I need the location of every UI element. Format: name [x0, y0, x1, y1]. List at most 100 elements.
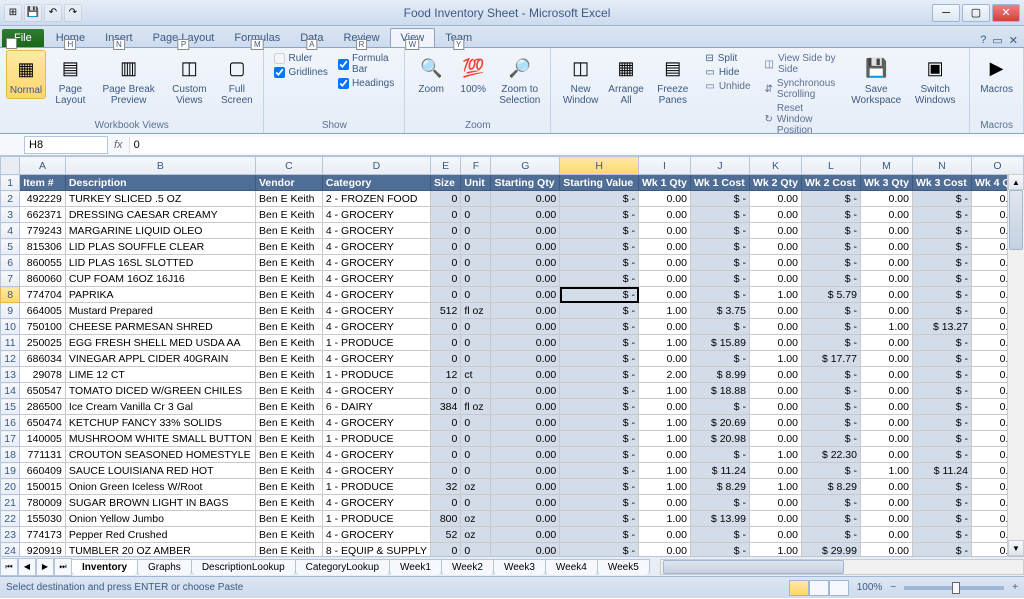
cell[interactable]: Ben E Keith: [256, 495, 323, 511]
tab-insert[interactable]: InsertN: [95, 29, 143, 47]
select-all-corner[interactable]: [1, 157, 20, 175]
cell[interactable]: $ -: [690, 447, 749, 463]
cell[interactable]: Ben E Keith: [256, 479, 323, 495]
header-cell[interactable]: Item #: [20, 175, 66, 191]
cell[interactable]: 860060: [20, 271, 66, 287]
row-header-9[interactable]: 9: [1, 303, 20, 319]
cell[interactable]: $ 11.24: [690, 463, 749, 479]
gridlines-checkbox[interactable]: Gridlines: [274, 66, 327, 79]
cell[interactable]: 8 - EQUIP & SUPPLY: [322, 543, 430, 557]
cell[interactable]: $ -: [560, 399, 639, 415]
cell[interactable]: $ -: [801, 527, 860, 543]
tab-data[interactable]: DataA: [290, 29, 333, 47]
cell[interactable]: 4 - GROCERY: [322, 239, 430, 255]
cell[interactable]: 0.00: [750, 431, 802, 447]
cell[interactable]: $ -: [801, 319, 860, 335]
cell[interactable]: $ -: [912, 351, 971, 367]
cell[interactable]: 4 - GROCERY: [322, 287, 430, 303]
cell[interactable]: 0: [461, 415, 491, 431]
cell[interactable]: $ -: [801, 415, 860, 431]
cell[interactable]: $ -: [560, 287, 639, 303]
cell[interactable]: 0: [461, 335, 491, 351]
cell[interactable]: 750100: [20, 319, 66, 335]
cell[interactable]: 0.00: [750, 367, 802, 383]
sheet-tab-week2[interactable]: Week2: [441, 559, 494, 575]
row-header-12[interactable]: 12: [1, 351, 20, 367]
page-layout-view-icon[interactable]: [809, 580, 829, 596]
help-icon[interactable]: ?: [980, 34, 986, 47]
cell[interactable]: 0.00: [491, 511, 560, 527]
cell[interactable]: $ -: [560, 527, 639, 543]
cell[interactable]: 0.00: [639, 239, 691, 255]
cell[interactable]: $ -: [560, 431, 639, 447]
row-header-21[interactable]: 21: [1, 495, 20, 511]
new-window-button[interactable]: ◫New Window: [557, 50, 604, 108]
cell[interactable]: $ 8.29: [801, 479, 860, 495]
cell[interactable]: $ -: [912, 527, 971, 543]
cell[interactable]: $ -: [912, 303, 971, 319]
switch-windows-button[interactable]: ▣Switch Windows: [907, 50, 963, 108]
cell[interactable]: 0.00: [491, 367, 560, 383]
cell[interactable]: $ -: [560, 543, 639, 557]
cell[interactable]: 0: [431, 255, 461, 271]
cell[interactable]: $ -: [560, 207, 639, 223]
cell[interactable]: $ -: [801, 495, 860, 511]
scroll-down-icon[interactable]: ▼: [1008, 540, 1024, 556]
cell[interactable]: 0: [461, 351, 491, 367]
cell[interactable]: Ben E Keith: [256, 463, 323, 479]
header-cell[interactable]: Wk 3 Qty: [861, 175, 913, 191]
cell[interactable]: $ -: [912, 399, 971, 415]
cell[interactable]: 0.00: [750, 271, 802, 287]
cell[interactable]: $ -: [690, 543, 749, 557]
cell[interactable]: 0.00: [491, 447, 560, 463]
cell[interactable]: 4 - GROCERY: [322, 207, 430, 223]
cell[interactable]: 0.00: [750, 527, 802, 543]
cell[interactable]: $ -: [912, 223, 971, 239]
row-header-11[interactable]: 11: [1, 335, 20, 351]
row-header-7[interactable]: 7: [1, 271, 20, 287]
row-header-14[interactable]: 14: [1, 383, 20, 399]
cell[interactable]: $ -: [560, 271, 639, 287]
cell[interactable]: 0.00: [861, 367, 913, 383]
cell[interactable]: 0.00: [861, 479, 913, 495]
cell[interactable]: 1.00: [639, 511, 691, 527]
cell[interactable]: 384: [431, 399, 461, 415]
cell[interactable]: $ -: [560, 223, 639, 239]
cell[interactable]: $ 29.99: [801, 543, 860, 557]
cell[interactable]: $ -: [560, 447, 639, 463]
cell[interactable]: 0.00: [861, 303, 913, 319]
cell[interactable]: $ -: [912, 543, 971, 557]
cell[interactable]: $ -: [912, 255, 971, 271]
cell[interactable]: 0.00: [639, 255, 691, 271]
cell[interactable]: 0.00: [750, 191, 802, 207]
cell[interactable]: 4 - GROCERY: [322, 463, 430, 479]
cell[interactable]: $ -: [690, 495, 749, 511]
cell[interactable]: LIME 12 CT: [65, 367, 255, 383]
cell[interactable]: $ -: [560, 367, 639, 383]
cell[interactable]: 650474: [20, 415, 66, 431]
cell[interactable]: 0.00: [639, 399, 691, 415]
cell[interactable]: 52: [431, 527, 461, 543]
redo-icon[interactable]: ↷: [64, 4, 82, 22]
cell[interactable]: 0: [461, 287, 491, 303]
cell[interactable]: 662371: [20, 207, 66, 223]
cell[interactable]: 155030: [20, 511, 66, 527]
row-header-5[interactable]: 5: [1, 239, 20, 255]
cell[interactable]: 0.00: [750, 239, 802, 255]
cell[interactable]: 650547: [20, 383, 66, 399]
cell[interactable]: 1.00: [861, 463, 913, 479]
cell[interactable]: 0.00: [750, 335, 802, 351]
cell[interactable]: Ben E Keith: [256, 511, 323, 527]
header-cell[interactable]: Vendor: [256, 175, 323, 191]
cell[interactable]: 920919: [20, 543, 66, 557]
cell[interactable]: Ben E Keith: [256, 399, 323, 415]
cell[interactable]: 800: [431, 511, 461, 527]
cell[interactable]: 664005: [20, 303, 66, 319]
cell[interactable]: $ -: [912, 495, 971, 511]
row-header-10[interactable]: 10: [1, 319, 20, 335]
formula-bar-checkbox[interactable]: Formula Bar: [338, 52, 394, 76]
cell[interactable]: 0: [461, 271, 491, 287]
cell[interactable]: Mustard Prepared: [65, 303, 255, 319]
cell[interactable]: $ -: [912, 271, 971, 287]
sheet-tab-week4[interactable]: Week4: [545, 559, 598, 575]
